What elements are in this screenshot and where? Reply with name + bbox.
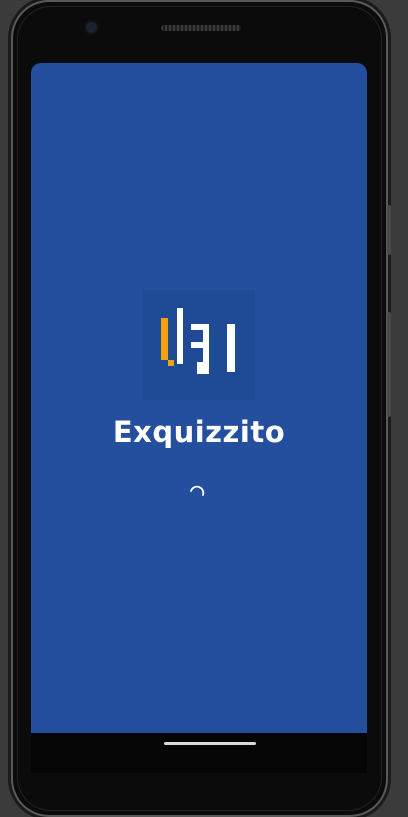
device-frame-background: Exquizzito — [0, 0, 408, 817]
app-logo — [143, 290, 255, 400]
phone-body: Exquizzito — [11, 0, 391, 817]
front-camera-icon — [86, 22, 97, 33]
volume-button — [387, 312, 391, 417]
splash-screen: Exquizzito — [31, 63, 367, 733]
power-button — [387, 205, 391, 255]
earpiece-speaker — [161, 25, 241, 31]
exquizzito-logo-icon — [161, 308, 235, 374]
home-gesture-handle[interactable] — [164, 742, 256, 745]
system-navigation-bar — [31, 733, 367, 773]
app-title: Exquizzito — [112, 415, 286, 449]
loading-spinner-icon — [188, 482, 206, 500]
